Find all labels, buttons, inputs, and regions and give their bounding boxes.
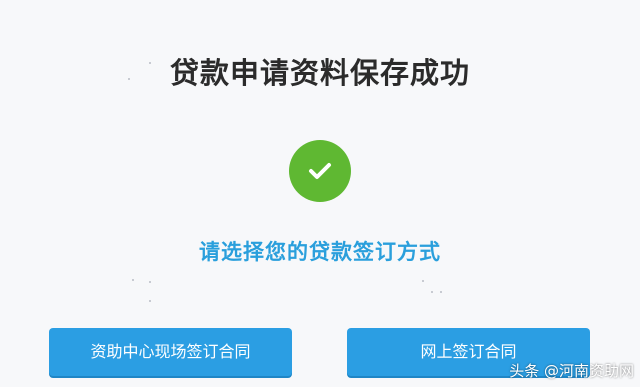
page-title: 贷款申请资料保存成功 bbox=[169, 56, 470, 90]
decorative-dot bbox=[440, 291, 442, 293]
decorative-dot bbox=[149, 281, 151, 283]
onsite-sign-contract-button[interactable]: 资助中心现场签订合同 bbox=[49, 328, 292, 376]
decorative-dot bbox=[431, 291, 433, 293]
source-watermark: 头条 @河南资助网 bbox=[509, 357, 634, 383]
success-badge bbox=[289, 140, 351, 202]
decorative-dot bbox=[149, 300, 151, 302]
loan-result-page: 贷款申请资料保存成功 请选择您的贷款签订方式 资助中心现场签订合同 网上签订合同… bbox=[0, 0, 640, 387]
decorative-dot bbox=[132, 279, 134, 281]
signing-method-prompt: 请选择您的贷款签订方式 bbox=[199, 240, 441, 264]
checkmark-icon bbox=[309, 163, 331, 179]
watermark-text: 头条 @河南资助网 bbox=[509, 361, 634, 380]
decorative-dot bbox=[422, 280, 424, 282]
